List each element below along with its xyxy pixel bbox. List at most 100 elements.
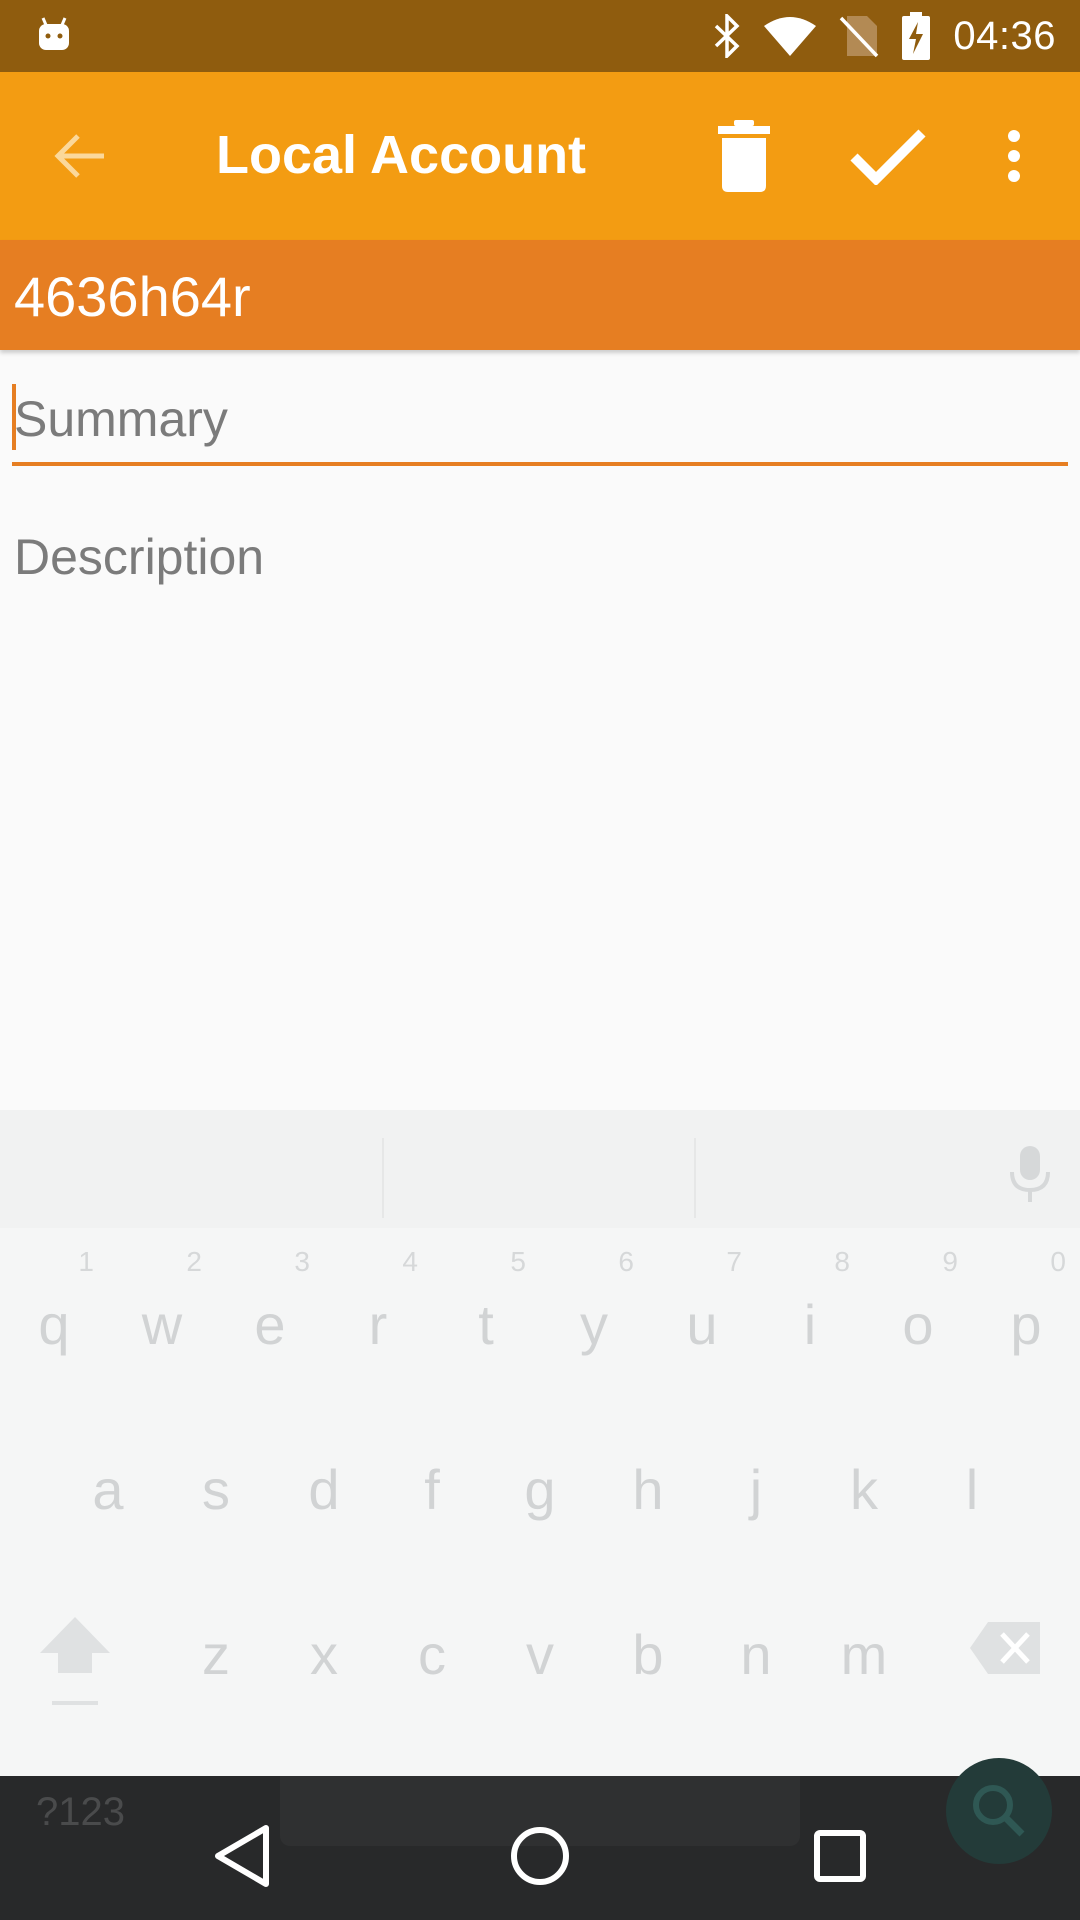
description-input[interactable]: Description bbox=[12, 520, 1068, 610]
key-hint: 6 bbox=[618, 1246, 634, 1277]
key-label: z bbox=[202, 1623, 230, 1686]
microphone-icon[interactable] bbox=[1002, 1144, 1058, 1204]
key-v[interactable]: v bbox=[486, 1580, 594, 1700]
key-c[interactable]: c bbox=[378, 1580, 486, 1700]
nav-home-button[interactable] bbox=[500, 1816, 580, 1896]
battery-charging-icon bbox=[902, 12, 931, 60]
bluetooth-icon bbox=[715, 14, 740, 58]
summary-input[interactable]: Summary bbox=[12, 378, 1068, 466]
key-hint: 5 bbox=[510, 1246, 526, 1277]
key-label: a bbox=[92, 1458, 124, 1521]
key-label: y bbox=[580, 1293, 608, 1356]
key-hint: 2 bbox=[186, 1246, 202, 1277]
nav-back-icon bbox=[215, 1825, 269, 1887]
key-k[interactable]: k bbox=[810, 1415, 918, 1535]
key-y[interactable]: 6y bbox=[540, 1246, 648, 1370]
status-time: 04:36 bbox=[953, 13, 1056, 58]
key-o[interactable]: 9o bbox=[864, 1246, 972, 1370]
key-label: n bbox=[740, 1623, 772, 1686]
key-p[interactable]: 0p bbox=[972, 1246, 1080, 1370]
key-label: l bbox=[965, 1458, 979, 1521]
wifi-icon bbox=[764, 17, 817, 56]
key-f[interactable]: f bbox=[378, 1415, 486, 1535]
more-vert-icon bbox=[1008, 130, 1020, 182]
key-m[interactable]: m bbox=[810, 1580, 918, 1700]
suggestion-divider bbox=[694, 1138, 696, 1218]
key-i[interactable]: 8i bbox=[756, 1246, 864, 1370]
key-l[interactable]: l bbox=[918, 1415, 1026, 1535]
account-name: 4636h64r bbox=[14, 265, 251, 328]
soft-keyboard: 1q2w3e4r5t6y7u8i9o0p asdfghjkl zxcvbnm bbox=[0, 1110, 1080, 1776]
android-debug-icon bbox=[39, 17, 69, 50]
save-button[interactable] bbox=[848, 116, 928, 196]
delete-icon bbox=[718, 120, 770, 192]
back-arrow-icon bbox=[54, 134, 104, 178]
key-label: c bbox=[418, 1623, 446, 1686]
key-hint: 7 bbox=[726, 1246, 742, 1277]
backspace-icon[interactable] bbox=[968, 1620, 1042, 1676]
key-z[interactable]: z bbox=[162, 1580, 270, 1700]
key-a[interactable]: a bbox=[54, 1415, 162, 1535]
key-label: e bbox=[254, 1293, 286, 1356]
key-d[interactable]: d bbox=[270, 1415, 378, 1535]
key-label: g bbox=[524, 1458, 556, 1521]
key-u[interactable]: 7u bbox=[648, 1246, 756, 1370]
back-button[interactable] bbox=[44, 120, 116, 192]
summary-placeholder: Summary bbox=[14, 391, 228, 447]
key-hint: 0 bbox=[1050, 1246, 1066, 1277]
key-label: x bbox=[310, 1623, 338, 1686]
suggestion-strip bbox=[0, 1110, 1080, 1228]
description-placeholder: Description bbox=[14, 529, 265, 585]
key-q[interactable]: 1q bbox=[0, 1246, 108, 1370]
delete-button[interactable] bbox=[704, 116, 784, 196]
key-label: q bbox=[38, 1293, 70, 1356]
check-icon bbox=[850, 129, 926, 185]
key-b[interactable]: b bbox=[594, 1580, 702, 1700]
key-hint: 4 bbox=[402, 1246, 418, 1277]
key-hint: 9 bbox=[942, 1246, 958, 1277]
key-h[interactable]: h bbox=[594, 1415, 702, 1535]
key-label: b bbox=[632, 1623, 664, 1686]
account-header: 4636h64r bbox=[0, 240, 1080, 350]
no-sim-icon bbox=[840, 16, 879, 58]
key-g[interactable]: g bbox=[486, 1415, 594, 1535]
status-bar: 04:36 bbox=[0, 0, 1080, 72]
key-label: k bbox=[850, 1458, 878, 1521]
key-hint: 8 bbox=[834, 1246, 850, 1277]
nav-home-icon bbox=[511, 1827, 569, 1885]
key-j[interactable]: j bbox=[702, 1415, 810, 1535]
app-toolbar: Local Account bbox=[0, 72, 1080, 240]
key-label: d bbox=[308, 1458, 340, 1521]
nav-back-button[interactable] bbox=[202, 1816, 282, 1896]
key-label: p bbox=[1010, 1293, 1042, 1356]
key-label: r bbox=[368, 1293, 388, 1356]
symbols-key[interactable]: ?123 bbox=[36, 1790, 125, 1835]
nav-recents-button[interactable] bbox=[800, 1816, 880, 1896]
keyboard-search-button[interactable] bbox=[946, 1758, 1052, 1864]
key-e[interactable]: 3e bbox=[216, 1246, 324, 1370]
key-label: h bbox=[632, 1458, 664, 1521]
key-x[interactable]: x bbox=[270, 1580, 378, 1700]
key-label: m bbox=[840, 1623, 888, 1686]
key-label: o bbox=[902, 1293, 934, 1356]
key-t[interactable]: 5t bbox=[432, 1246, 540, 1370]
key-label: v bbox=[526, 1623, 554, 1686]
key-label: s bbox=[202, 1458, 230, 1521]
nav-recents-icon bbox=[814, 1830, 866, 1882]
overflow-menu-button[interactable] bbox=[974, 116, 1054, 196]
key-label: u bbox=[686, 1293, 718, 1356]
key-hint: 1 bbox=[78, 1246, 94, 1277]
search-icon bbox=[973, 1785, 1025, 1837]
key-hint: 3 bbox=[294, 1246, 310, 1277]
key-label: f bbox=[424, 1458, 440, 1521]
shift-icon[interactable] bbox=[38, 1615, 112, 1709]
key-w[interactable]: 2w bbox=[108, 1246, 216, 1370]
key-label: w bbox=[141, 1293, 183, 1356]
key-n[interactable]: n bbox=[702, 1580, 810, 1700]
key-label: j bbox=[749, 1458, 763, 1521]
key-r[interactable]: 4r bbox=[324, 1246, 432, 1370]
system-nav-bar: ?123 bbox=[0, 1758, 1080, 1920]
key-s[interactable]: s bbox=[162, 1415, 270, 1535]
key-label: i bbox=[803, 1293, 817, 1356]
suggestion-divider bbox=[382, 1138, 384, 1218]
